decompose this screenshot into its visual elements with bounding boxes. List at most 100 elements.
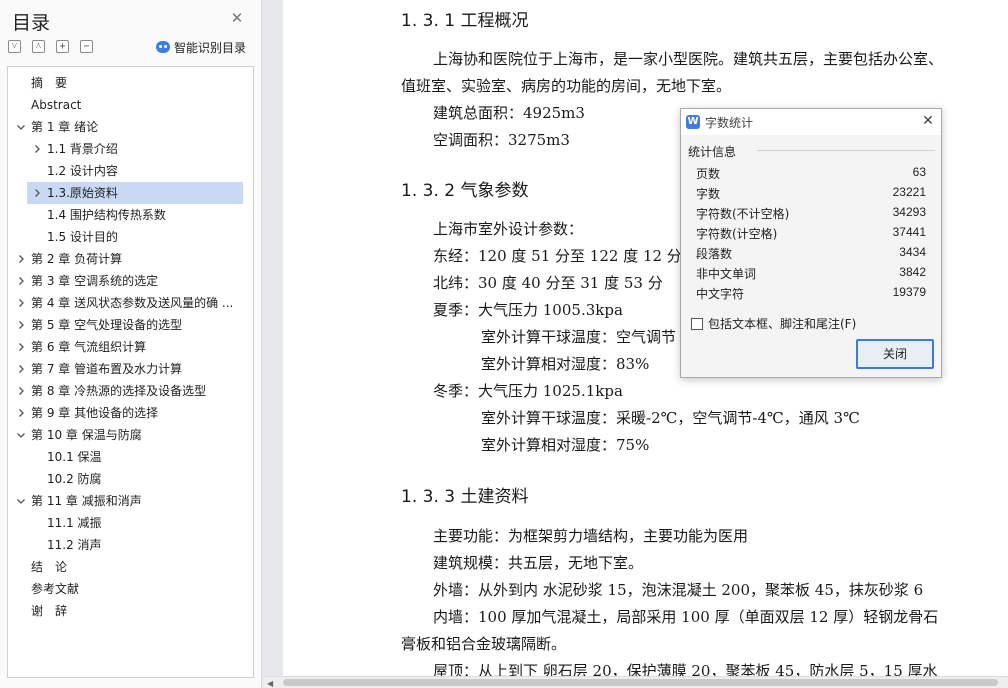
- chevron-right-icon[interactable]: [15, 297, 27, 309]
- stat-label: 中文字符: [696, 287, 745, 301]
- toc-item[interactable]: 第 11 章 减振和消声: [8, 490, 253, 512]
- stat-value: 3434: [899, 245, 926, 259]
- add-heading-icon[interactable]: +: [56, 40, 69, 53]
- toc-item[interactable]: 第 5 章 空气处理设备的选型: [8, 314, 253, 336]
- section-heading: 1. 3. 3 土建资料: [401, 487, 529, 507]
- paragraph: 室外计算干球温度：采暖-2℃，空气调节-4℃，通风 3℃: [481, 409, 860, 427]
- collapse-all-icon[interactable]: ˄: [32, 40, 45, 53]
- toc-item[interactable]: 谢 辞: [8, 600, 253, 622]
- toc-item-label: 第 7 章 管道布置及水力计算: [31, 362, 183, 376]
- section-heading: 1. 3. 2 气象参数: [401, 181, 529, 201]
- stat-row: 页数 63: [696, 163, 926, 181]
- chevron-down-icon[interactable]: [15, 495, 27, 507]
- toc-item-label: 第 5 章 空气处理设备的选型: [31, 318, 183, 332]
- toc-item-label: 参考文献: [31, 582, 80, 596]
- close-icon[interactable]: ✕: [229, 10, 245, 26]
- toc-item-label: 第 2 章 负荷计算: [31, 252, 123, 266]
- checkbox-label: 包括文本框、脚注和尾注(F): [708, 317, 857, 331]
- chevron-right-icon[interactable]: [15, 253, 27, 265]
- chevron-right-icon[interactable]: [31, 187, 43, 199]
- chevron-down-icon[interactable]: [15, 121, 27, 133]
- paragraph: 值班室、实验室、病房的功能的房间，无地下室。: [401, 77, 732, 95]
- smart-toc-button[interactable]: 智能识别目录: [156, 38, 246, 56]
- toc-item-label: 第 1 章 绪论: [31, 120, 99, 134]
- close-button[interactable]: 关闭: [856, 339, 934, 369]
- toc-item[interactable]: 第 7 章 管道布置及水力计算: [8, 358, 253, 380]
- stat-row: 字数 23221: [696, 183, 926, 201]
- chevron-right-icon[interactable]: [31, 143, 43, 155]
- chevron-right-icon[interactable]: [15, 407, 27, 419]
- chevron-right-icon[interactable]: [15, 341, 27, 353]
- close-icon[interactable]: ✕: [920, 113, 936, 129]
- chevron-right-icon[interactable]: [15, 275, 27, 287]
- toc-item[interactable]: 第 8 章 冷热源的选择及设备选型: [8, 380, 253, 402]
- toc-item[interactable]: 第 10 章 保温与防腐: [8, 424, 253, 446]
- toc-item[interactable]: 10.1 保温: [8, 446, 253, 468]
- include-textbox-checkbox[interactable]: 包括文本框、脚注和尾注(F): [691, 315, 856, 332]
- checkbox-icon[interactable]: [691, 317, 703, 330]
- toc-item[interactable]: 11.2 消声: [8, 534, 253, 556]
- dialog-title: 字数统计: [705, 116, 754, 130]
- toc-item[interactable]: 11.1 减振: [8, 512, 253, 534]
- chevron-right-icon[interactable]: [15, 363, 27, 375]
- toc-item-label: 1.5 设计目的: [47, 230, 118, 244]
- toc-item[interactable]: 第 4 章 送风状态参数及送风量的确 ...: [8, 292, 253, 314]
- stat-value: 19379: [892, 285, 926, 299]
- toc-item[interactable]: 第 3 章 空调系统的选定: [8, 270, 253, 292]
- stat-label: 页数: [696, 167, 721, 181]
- paragraph: 冬季：大气压力 1025.1kpa: [433, 382, 623, 400]
- paragraph: 东经：120 度 51 分至 122 度 12 分: [433, 247, 682, 265]
- stat-label: 字符数(计空格): [696, 227, 778, 241]
- toc-item[interactable]: 1.3.原始资料: [8, 182, 253, 204]
- paragraph: 室外计算相对湿度：75%: [481, 436, 650, 454]
- toc-item[interactable]: 10.2 防腐: [8, 468, 253, 490]
- toc-item-label: 摘 要: [31, 76, 68, 90]
- expand-all-icon[interactable]: ˅: [8, 40, 21, 53]
- toc-item-label: 11.1 减振: [47, 516, 102, 530]
- scroll-left-icon[interactable]: ◀: [267, 679, 273, 688]
- sidebar-title: 目录: [12, 12, 51, 34]
- chevron-right-icon[interactable]: [15, 319, 27, 331]
- horizontal-scrollbar[interactable]: ◀: [263, 676, 1008, 688]
- toc-item[interactable]: 摘 要: [8, 72, 253, 94]
- stat-row: 字符数(不计空格) 34293: [696, 203, 926, 221]
- toc-item-label: 1.1 背景介绍: [47, 142, 118, 156]
- robot-icon: [156, 41, 170, 53]
- toc-item[interactable]: 第 2 章 负荷计算: [8, 248, 253, 270]
- stat-label: 字符数(不计空格): [696, 207, 790, 221]
- dialog-titlebar[interactable]: W 字数统计 ✕: [681, 109, 941, 135]
- toc-item-label: 1.3.原始资料: [47, 186, 118, 200]
- toc-item-label: Abstract: [31, 98, 82, 112]
- toc-item[interactable]: 1.4 围护结构传热系数: [8, 204, 253, 226]
- toc-item[interactable]: 1.1 背景介绍: [8, 138, 253, 160]
- toc-item[interactable]: 1.2 设计内容: [8, 160, 253, 182]
- chevron-right-icon[interactable]: [15, 385, 27, 397]
- paragraph: 夏季：大气压力 1005.3kpa: [433, 301, 623, 319]
- toc-item-label: 11.2 消声: [47, 538, 102, 552]
- word-count-dialog: W 字数统计 ✕ 统计信息 页数 63 字数 23221 字符数(不计空格) 34293 字…: [680, 108, 942, 378]
- stat-value: 3842: [899, 265, 926, 279]
- toc-sidebar: 目录 ✕ ˅ ˄ + − 智能识别目录 摘 要 Abstract 第 1 章 绪论 1…: [0, 0, 262, 688]
- paragraph: 室外计算干球温度：空气调节: [481, 328, 677, 346]
- paragraph: 建筑总面积：4925m3: [433, 104, 585, 122]
- toc-item[interactable]: 第 1 章 绪论: [8, 116, 253, 138]
- stat-row: 段落数 3434: [696, 243, 926, 261]
- toc-item[interactable]: 结 论: [8, 556, 253, 578]
- paragraph: 内墙：100 厚加气混凝土，局部采用 100 厚（单面双层 12 厚）轻钢龙骨石: [433, 608, 939, 626]
- divider: [757, 150, 935, 151]
- stat-value: 34293: [892, 205, 926, 219]
- toc-item[interactable]: 第 6 章 气流组织计算: [8, 336, 253, 358]
- toc-item[interactable]: 1.5 设计目的: [8, 226, 253, 248]
- scrollbar-thumb[interactable]: [283, 679, 998, 686]
- toc-item-label: 10.2 防腐: [47, 472, 102, 486]
- toc-item[interactable]: Abstract: [8, 94, 253, 116]
- stat-value: 37441: [892, 225, 926, 239]
- smart-toc-label: 智能识别目录: [174, 40, 247, 55]
- chevron-down-icon[interactable]: [15, 429, 27, 441]
- toc-item[interactable]: 参考文献: [8, 578, 253, 600]
- toc-item[interactable]: 第 9 章 其他设备的选择: [8, 402, 253, 424]
- toc-item-label: 结 论: [31, 560, 68, 574]
- toc-item-label: 第 4 章 送风状态参数及送风量的确 ...: [31, 296, 234, 310]
- remove-heading-icon[interactable]: −: [80, 40, 93, 53]
- stat-row: 非中文单词 3842: [696, 263, 926, 281]
